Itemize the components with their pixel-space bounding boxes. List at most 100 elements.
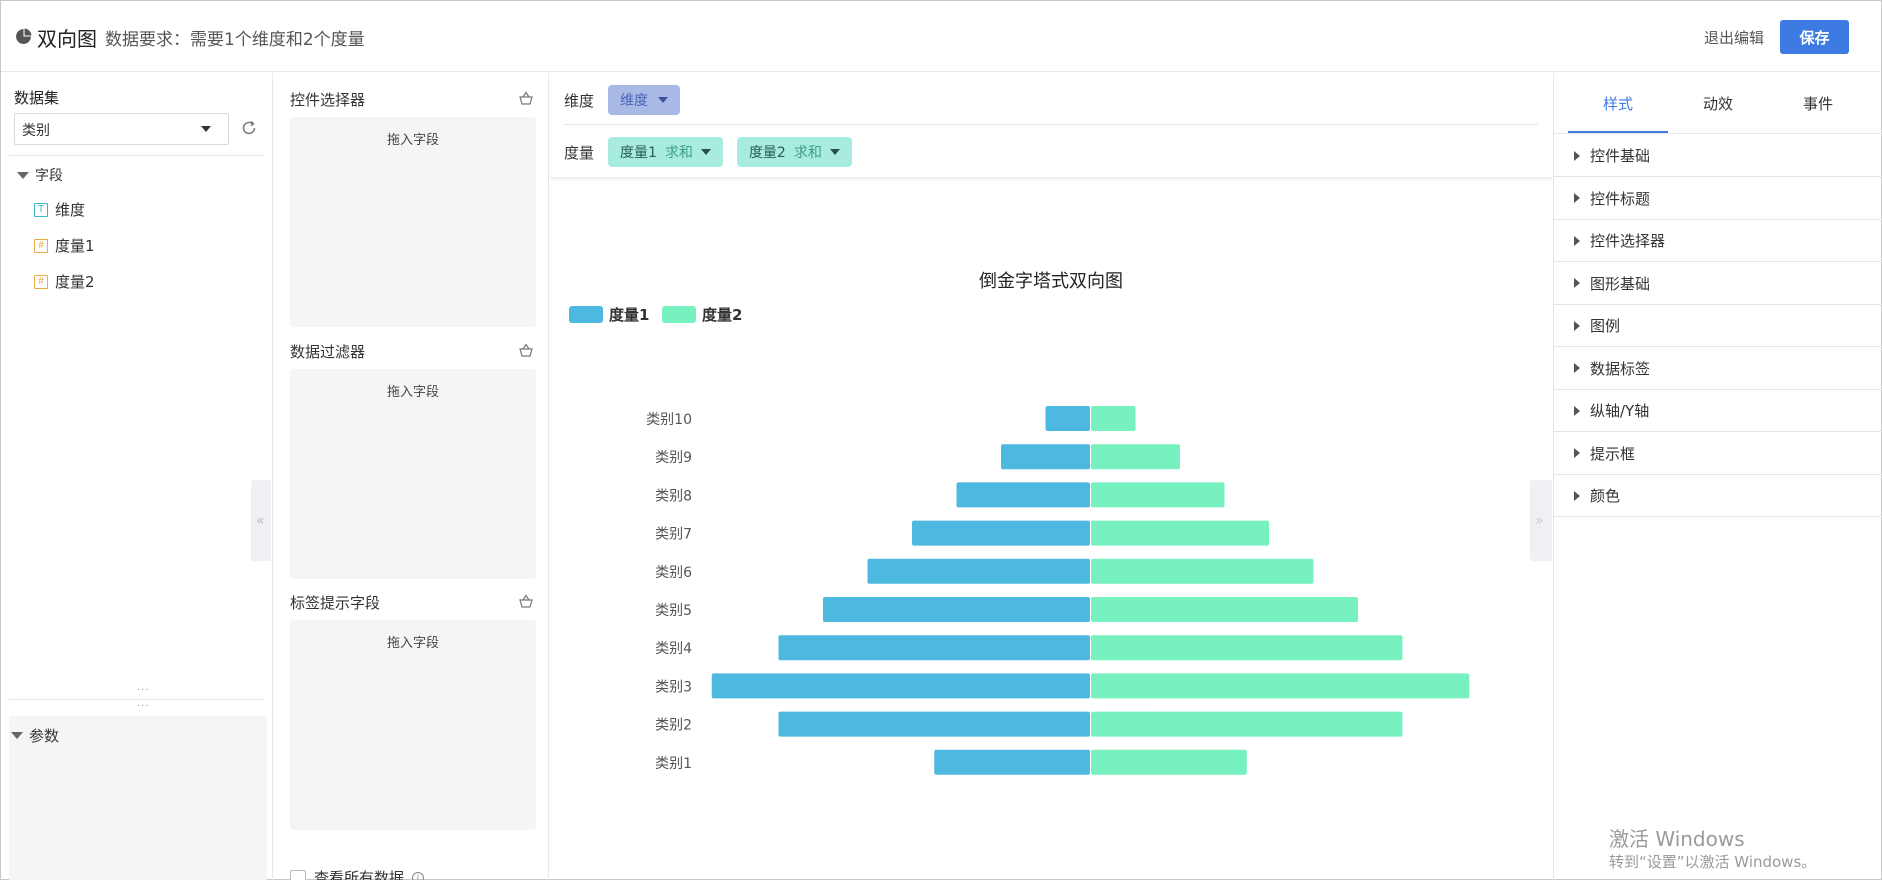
params-label: 参数 bbox=[29, 727, 60, 745]
clear-icon[interactable] bbox=[518, 343, 534, 357]
field-item-dimension[interactable]: T 维度 bbox=[34, 199, 85, 220]
bar-series1-8[interactable] bbox=[711, 673, 1090, 699]
bar-series2-7[interactable] bbox=[1091, 635, 1403, 661]
zone-title-control-selector: 控件选择器 bbox=[290, 91, 366, 109]
clear-icon[interactable] bbox=[518, 594, 534, 608]
style-section-1[interactable]: 控件基础 bbox=[1554, 135, 1882, 177]
style-section-3[interactable]: 控件选择器 bbox=[1554, 220, 1882, 262]
bar-series1-2[interactable] bbox=[1001, 444, 1090, 470]
info-icon[interactable]: i bbox=[412, 871, 425, 880]
exit-edit-link[interactable]: 退出编辑 bbox=[1704, 27, 1764, 48]
bar-series2-4[interactable] bbox=[1091, 520, 1269, 546]
view-all-data-option[interactable]: 查看所有数据 i bbox=[290, 867, 425, 880]
caret-down-icon[interactable] bbox=[829, 149, 840, 155]
bar-series2-10[interactable] bbox=[1091, 749, 1247, 775]
bar-series2-2[interactable] bbox=[1091, 444, 1180, 470]
drop-hint: 拖入字段 bbox=[386, 385, 439, 400]
dataset-select[interactable]: 类别 bbox=[14, 113, 229, 145]
params-group-header[interactable]: 参数 bbox=[11, 725, 59, 746]
expand-icon bbox=[17, 171, 29, 179]
field-item-measure1[interactable]: # 度量1 bbox=[34, 235, 95, 256]
caret-down-icon[interactable] bbox=[201, 126, 211, 132]
field-item-measure2[interactable]: # 度量2 bbox=[34, 271, 95, 292]
fields-group-header[interactable]: 字段 bbox=[17, 165, 63, 185]
expand-icon bbox=[11, 732, 23, 739]
bar-series1-3[interactable] bbox=[956, 482, 1091, 508]
resize-handle[interactable]: ··· bbox=[137, 685, 150, 696]
legend-label-2[interactable]: 度量2 bbox=[702, 306, 742, 324]
dimension-pill-label: 维度 bbox=[620, 93, 649, 109]
divider bbox=[9, 155, 265, 156]
measure2-pill[interactable]: 度量2 求和 bbox=[736, 137, 852, 167]
bar-series1-7[interactable] bbox=[778, 635, 1091, 661]
style-section-9[interactable]: 颜色 bbox=[1554, 475, 1882, 517]
clear-icon[interactable] bbox=[518, 91, 534, 105]
refresh-icon[interactable] bbox=[240, 119, 258, 137]
collapse-right-handle[interactable]: » bbox=[1530, 480, 1552, 561]
expand-right-icon bbox=[1574, 363, 1580, 373]
style-panel: 样式 动效 事件 控件基础控件标题控件选择器 图形基础 图例数据标签纵轴/Y轴提示框… bbox=[1553, 73, 1882, 880]
section-label: 控件基础 bbox=[1590, 147, 1651, 165]
drop-zone-tooltip-field[interactable]: 拖入字段 bbox=[290, 620, 536, 830]
aggregation-label: 求和 bbox=[664, 145, 693, 161]
collapse-left-handle[interactable]: « bbox=[251, 480, 271, 561]
tab-events[interactable]: 事件 bbox=[1768, 73, 1868, 133]
measure1-pill[interactable]: 度量1 求和 bbox=[608, 137, 723, 167]
legend-label-1[interactable]: 度量1 bbox=[609, 306, 649, 324]
dimension-pill[interactable]: 维度 bbox=[608, 85, 681, 115]
resize-handle[interactable]: ··· bbox=[137, 701, 150, 712]
bar-series2-1[interactable] bbox=[1091, 406, 1136, 431]
chart-title: 倒金字塔式双向图 bbox=[979, 271, 1123, 292]
section-label: 纵轴/Y轴 bbox=[1590, 402, 1650, 420]
section-label: 数据标签 bbox=[1590, 359, 1651, 378]
legend-swatch-2[interactable] bbox=[662, 306, 696, 323]
legend-swatch-1[interactable] bbox=[569, 306, 603, 323]
bar-series2-9[interactable] bbox=[1091, 711, 1403, 737]
bar-series2-6[interactable] bbox=[1091, 597, 1358, 622]
style-section-5[interactable]: 图例 bbox=[1554, 305, 1882, 347]
caret-down-icon[interactable] bbox=[700, 149, 711, 155]
bar-series1-4[interactable] bbox=[912, 520, 1090, 546]
category-label: 类别1 bbox=[655, 756, 692, 772]
number-field-icon: # bbox=[34, 238, 48, 253]
field-label: 度量2 bbox=[55, 273, 95, 291]
expand-right-icon bbox=[1574, 490, 1580, 501]
section-label: 提示框 bbox=[1590, 444, 1636, 463]
app-window: 双向图 数据要求：需要1个维度和2个度量 退出编辑 保存 数据集 类别 字段 T… bbox=[0, 0, 1882, 880]
bar-series1-9[interactable] bbox=[778, 711, 1091, 737]
section-label: 控件标题 bbox=[1590, 189, 1651, 208]
double-chevron-left-icon: « bbox=[256, 513, 265, 529]
bar-series2-5[interactable] bbox=[1091, 558, 1314, 584]
category-label: 类别2 bbox=[655, 718, 692, 734]
expand-right-icon bbox=[1574, 278, 1580, 288]
shelf-shadow bbox=[550, 177, 1552, 181]
drop-zone-control-selector[interactable]: 拖入字段 bbox=[290, 117, 536, 327]
save-button[interactable]: 保存 bbox=[1780, 20, 1849, 54]
bar-group: 类别10 类别9 类别8 类别7 类别6 类别5 类别4 类别3 类别2 类别1 bbox=[646, 406, 1470, 775]
style-section-2[interactable]: 控件标题 bbox=[1554, 178, 1882, 220]
drop-zone-data-filter[interactable]: 拖入字段 bbox=[290, 369, 536, 579]
fields-group-label: 字段 bbox=[35, 168, 63, 184]
field-label: 度量1 bbox=[55, 237, 95, 255]
expand-right-icon bbox=[1574, 150, 1580, 161]
style-section-8[interactable]: 提示框 bbox=[1554, 433, 1882, 475]
category-label: 类别9 bbox=[655, 450, 692, 466]
bar-series1-1[interactable] bbox=[1045, 406, 1091, 431]
aggregation-label: 求和 bbox=[793, 145, 822, 161]
view-all-checkbox[interactable] bbox=[290, 869, 306, 880]
bar-series2-8[interactable] bbox=[1091, 673, 1470, 699]
tab-style[interactable]: 样式 bbox=[1568, 73, 1668, 133]
tab-animation[interactable]: 动效 bbox=[1668, 73, 1768, 133]
double-chevron-right-icon: » bbox=[1535, 513, 1544, 529]
style-section-7[interactable]: 纵轴/Y轴 bbox=[1554, 390, 1882, 432]
category-label: 类别5 bbox=[655, 603, 692, 619]
measure-pill-label: 度量1 bbox=[620, 145, 657, 161]
expand-right-icon bbox=[1574, 448, 1580, 458]
bar-series1-6[interactable] bbox=[823, 597, 1090, 622]
style-section-6[interactable]: 数据标签 bbox=[1554, 348, 1882, 390]
bar-series2-3[interactable] bbox=[1091, 482, 1225, 508]
caret-down-icon[interactable] bbox=[658, 97, 669, 103]
style-section-4[interactable]: 图形基础 bbox=[1554, 263, 1882, 305]
bar-series1-10[interactable] bbox=[934, 749, 1090, 775]
bar-series1-5[interactable] bbox=[867, 558, 1091, 584]
